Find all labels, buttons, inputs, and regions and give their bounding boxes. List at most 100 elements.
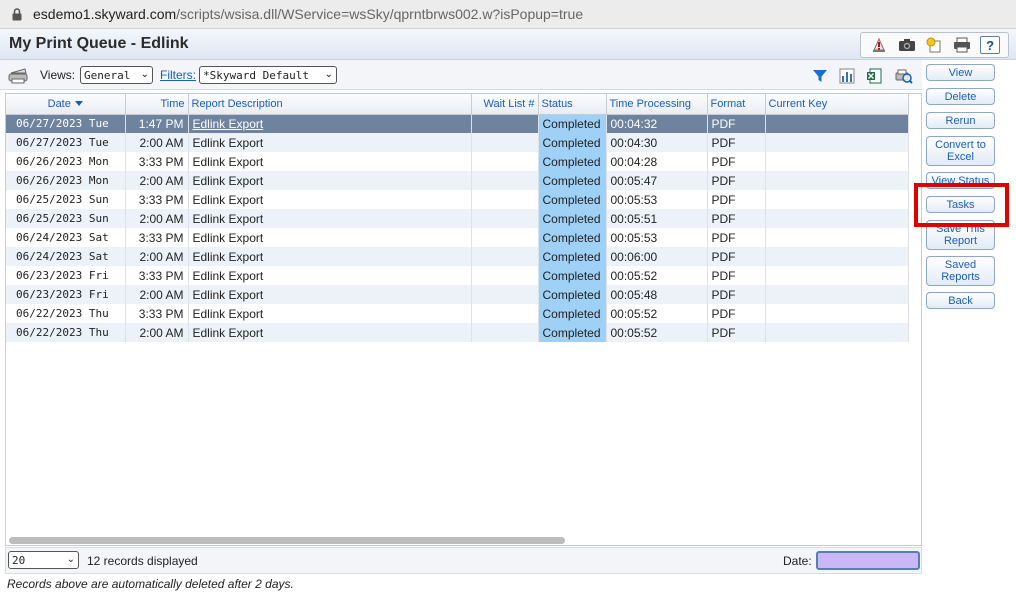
rerun-button[interactable]: Rerun — [926, 112, 995, 129]
table-row[interactable]: 06/26/2023 Mon 2:00 AM Edlink Export Comple… — [6, 171, 909, 190]
help-icon[interactable]: ? — [980, 36, 1001, 54]
print-preview-icon[interactable] — [894, 66, 914, 86]
filters-link[interactable]: Filters: — [160, 68, 196, 82]
cell-time-processing-text: 00:04:28 — [610, 154, 658, 169]
cell-format-text: PDF — [711, 287, 736, 302]
cell-report-description-text: Edlink Export — [192, 154, 264, 169]
column-header-wait-list[interactable]: Wait List # — [471, 94, 539, 115]
print-icon[interactable] — [952, 35, 972, 55]
column-header-time-processing[interactable]: Time Processing — [606, 94, 708, 115]
cell-current-key — [765, 209, 909, 228]
date-field[interactable] — [816, 551, 920, 570]
cell-time: 2:00 AM — [125, 285, 189, 304]
table-row[interactable]: 06/26/2023 Mon 3:33 PM Edlink Export Comple… — [6, 152, 909, 171]
table-row[interactable]: 06/22/2023 Thu 2:00 AM Edlink Export Comple… — [6, 323, 909, 342]
date-label: Date: — [783, 554, 812, 568]
cell-date: 06/26/2023 Mon — [6, 171, 126, 190]
filters-select[interactable]: *Skyward Default ⌄ — [199, 66, 337, 84]
column-header-format[interactable]: Format — [707, 94, 766, 115]
cell-report-description-text: Edlink Export — [192, 287, 264, 302]
cell-status-text: Completed — [542, 230, 601, 245]
table-row[interactable]: 06/24/2023 Sat 3:33 PM Edlink Export Comple… — [6, 228, 909, 247]
horizontal-scrollbar[interactable] — [6, 536, 906, 545]
cell-current-key — [765, 114, 909, 133]
cell-wait-list — [471, 152, 539, 171]
view-button[interactable]: View — [926, 64, 995, 81]
column-header-report-description[interactable]: Report Description — [188, 94, 472, 115]
table-row[interactable]: 06/27/2023 Tue 1:47 PM Edlink Export Comple… — [6, 114, 909, 133]
convert-to-excel-button[interactable]: Convert to Excel — [926, 136, 995, 166]
cell-date: 06/24/2023 Sat — [6, 228, 126, 247]
cell-time-processing: 00:05:53 — [606, 228, 708, 247]
cell-status-text: Completed — [542, 249, 601, 264]
cell-time-processing: 00:04:28 — [606, 152, 708, 171]
cell-status: Completed — [538, 228, 607, 247]
column-header-status[interactable]: Status — [538, 94, 607, 115]
camera-icon[interactable] — [897, 35, 917, 55]
cell-report-description: Edlink Export — [188, 228, 472, 247]
cell-report-description: Edlink Export — [188, 209, 472, 228]
excel-icon[interactable] — [864, 66, 884, 86]
printer-icon[interactable] — [7, 64, 29, 86]
cell-status-text: Completed — [542, 116, 601, 131]
address-bar[interactable]: esdemo1.skyward.com/scripts/wsisa.dll/WS… — [0, 0, 1016, 29]
cell-wait-list — [471, 190, 539, 209]
cell-date: 06/25/2023 Sun — [6, 190, 126, 209]
saved-reports-button[interactable]: Saved Reports — [926, 256, 995, 286]
table-row[interactable]: 06/27/2023 Tue 2:00 AM Edlink Export Comple… — [6, 133, 909, 152]
cell-format: PDF — [707, 133, 766, 152]
table-row[interactable]: 06/22/2023 Thu 3:33 PM Edlink Export Comple… — [6, 304, 909, 323]
cell-report-description: Edlink Export — [188, 285, 472, 304]
cell-status-text: Completed — [542, 306, 601, 321]
back-button[interactable]: Back — [926, 292, 995, 309]
cell-wait-list — [471, 171, 539, 190]
cell-format: PDF — [707, 190, 766, 209]
cell-report-description-text: Edlink Export — [192, 249, 264, 264]
cell-current-key — [765, 228, 909, 247]
cell-format-text: PDF — [711, 249, 736, 264]
cell-time-processing: 00:05:52 — [606, 323, 708, 342]
cell-report-description: Edlink Export — [188, 114, 472, 133]
cell-report-description-text: Edlink Export — [192, 116, 264, 131]
cell-time-processing-text: 00:05:52 — [610, 268, 658, 283]
alert-icon[interactable] — [869, 35, 889, 55]
page-size-select[interactable]: 20 ⌄ — [8, 551, 79, 569]
table-row[interactable]: 06/24/2023 Sat 2:00 AM Edlink Export Comple… — [6, 247, 909, 266]
cell-report-description: Edlink Export — [188, 152, 472, 171]
cell-time-processing-text: 00:05:48 — [610, 287, 658, 302]
records-count: 12 records displayed — [87, 554, 198, 568]
cell-wait-list — [471, 247, 539, 266]
cell-time-processing-text: 00:05:52 — [610, 306, 658, 321]
cell-wait-list — [471, 266, 539, 285]
highlight-box — [914, 183, 1009, 227]
cell-current-key — [765, 285, 909, 304]
cell-status: Completed — [538, 152, 607, 171]
cell-format-text: PDF — [711, 306, 736, 321]
delete-button[interactable]: Delete — [926, 88, 995, 105]
cell-time-text: 2:00 AM — [139, 211, 184, 226]
cell-time-text: 2:00 AM — [139, 173, 184, 188]
url-path: /scripts/wsisa.dll/WService=wsSky/qprntb… — [176, 6, 584, 22]
chart-icon[interactable] — [837, 66, 857, 86]
cell-status: Completed — [538, 171, 607, 190]
cell-status-text: Completed — [542, 287, 601, 302]
cell-date: 06/22/2023 Thu — [6, 323, 126, 342]
table-row[interactable]: 06/25/2023 Sun 3:33 PM Edlink Export Comple… — [6, 190, 909, 209]
table-row[interactable]: 06/23/2023 Fri 2:00 AM Edlink Export Comple… — [6, 285, 909, 304]
column-header-time[interactable]: Time — [125, 94, 189, 115]
table-row[interactable]: 06/25/2023 Sun 2:00 AM Edlink Export Comple… — [6, 209, 909, 228]
new-item-icon[interactable] — [924, 35, 944, 55]
column-header-date[interactable]: Date — [6, 94, 126, 115]
filter-icon[interactable] — [810, 66, 830, 86]
views-select[interactable]: General ⌄ — [80, 66, 153, 84]
scrollbar-thumb[interactable] — [9, 537, 565, 544]
column-header-current-key[interactable]: Current Key — [765, 94, 909, 115]
table-row[interactable]: 06/23/2023 Fri 3:33 PM Edlink Export Comple… — [6, 266, 909, 285]
cell-status: Completed — [538, 209, 607, 228]
cell-format-text: PDF — [711, 325, 736, 340]
cell-format-text: PDF — [711, 268, 736, 283]
cell-format: PDF — [707, 323, 766, 342]
cell-time-text: 3:33 PM — [138, 192, 184, 207]
cell-report-description-text: Edlink Export — [192, 211, 264, 226]
cell-time: 2:00 AM — [125, 133, 189, 152]
